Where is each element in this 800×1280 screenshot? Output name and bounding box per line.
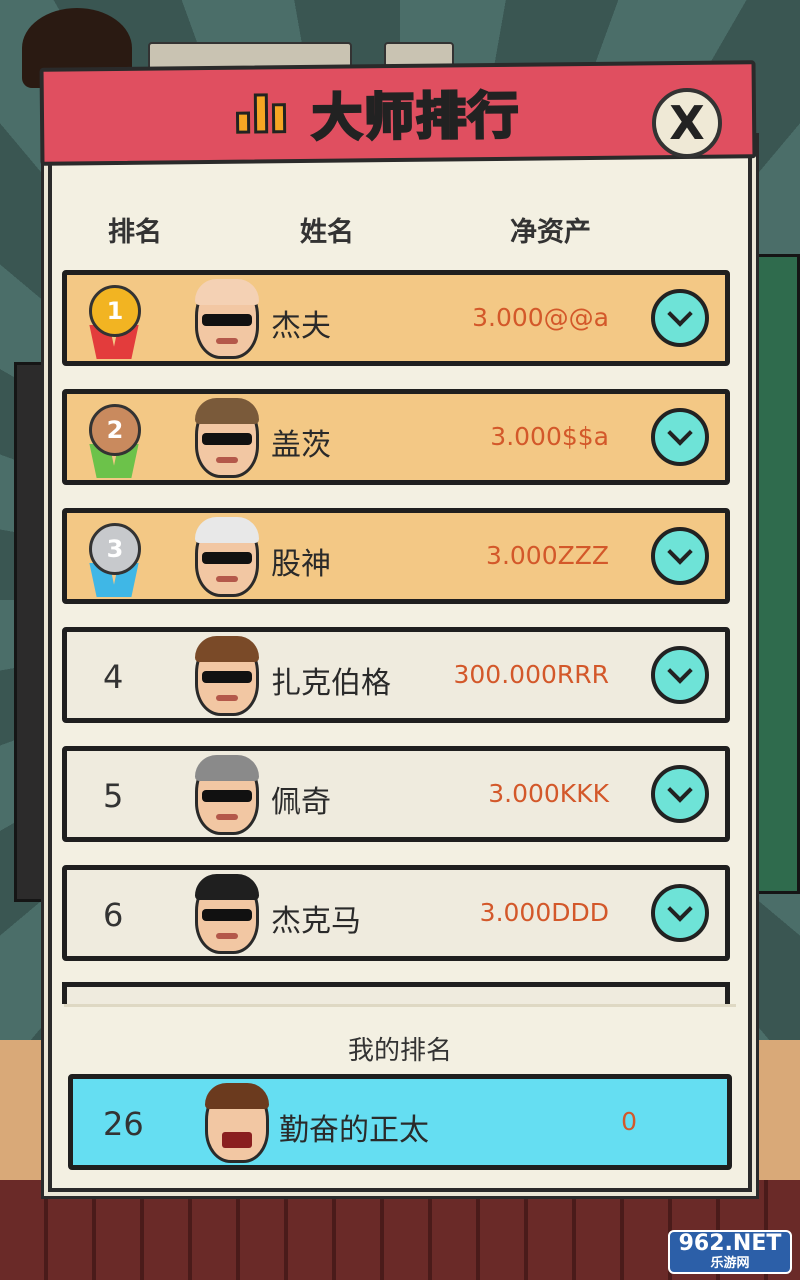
rank-number: 26 xyxy=(103,1105,144,1143)
avatar xyxy=(205,1083,269,1163)
close-button[interactable]: X xyxy=(652,88,722,158)
player-name: 杰克马 xyxy=(271,904,361,939)
net-assets: 3.000@@a xyxy=(472,303,609,332)
rank-number: 5 xyxy=(103,777,124,815)
rank-number: 6 xyxy=(103,896,124,934)
avatar xyxy=(195,398,259,478)
chevron-down-icon xyxy=(667,420,693,446)
gold-medal-icon: 1 xyxy=(87,285,143,361)
expand-button[interactable] xyxy=(651,646,709,704)
my-rank-label: 我的排名 xyxy=(347,1036,452,1066)
watermark-logo: 962.NET 乐游网 xyxy=(668,1230,792,1274)
player-name: 扎克伯格 xyxy=(271,666,391,701)
background-side-panel xyxy=(752,254,800,894)
avatar xyxy=(195,279,259,359)
chevron-down-icon xyxy=(667,539,693,565)
expand-button[interactable] xyxy=(651,765,709,823)
silver-medal-icon: 3 xyxy=(87,523,143,599)
net-assets: 3.000$$a xyxy=(490,422,609,451)
avatar xyxy=(195,517,259,597)
net-assets: 300.000RRR xyxy=(453,660,610,689)
dialog-title: 大师排行 xyxy=(310,85,522,148)
column-header-rank: 排名 xyxy=(108,217,162,248)
my-rank-row: 26 勤奋的正太 0 xyxy=(68,1074,732,1170)
player-name: 杰夫 xyxy=(271,309,331,344)
dialog-header: 大师排行 xyxy=(39,60,757,166)
net-assets: 3.000ZZZ xyxy=(486,541,609,570)
bronze-medal-icon: 2 xyxy=(87,404,143,480)
leaderboard-row: 5 佩奇 3.000KKK xyxy=(62,746,730,842)
player-name: 股神 xyxy=(271,547,331,582)
chevron-down-icon xyxy=(667,301,693,327)
expand-button[interactable] xyxy=(651,884,709,942)
rank-number: 4 xyxy=(103,658,124,696)
expand-button[interactable] xyxy=(651,408,709,466)
leaderboard-row: 2 盖茨 3.000$$a xyxy=(62,389,730,485)
player-name: 勤奋的正太 xyxy=(279,1113,429,1148)
leaderboard-row: 3 股神 3.000ZZZ xyxy=(62,508,730,604)
avatar xyxy=(195,636,259,716)
net-assets: 3.000DDD xyxy=(479,898,609,927)
column-header-name: 姓名 xyxy=(300,217,354,248)
net-assets: 0 xyxy=(621,1107,637,1136)
net-assets: 3.000KKK xyxy=(488,779,609,808)
leaderboard-row: 4 扎克伯格 300.000RRR xyxy=(62,627,730,723)
chevron-down-icon xyxy=(667,896,693,922)
column-header-assets: 净资产 xyxy=(510,217,591,248)
ranking-bars-icon xyxy=(235,89,295,140)
leaderboard-row-partial xyxy=(62,982,730,1004)
chevron-down-icon xyxy=(667,658,693,684)
leaderboard-row: 6 杰克马 3.000DDD xyxy=(62,865,730,961)
avatar xyxy=(195,755,259,835)
player-name: 盖茨 xyxy=(271,428,331,463)
leaderboard-row: 1 杰夫 3.000@@a xyxy=(62,270,730,366)
expand-button[interactable] xyxy=(651,289,709,347)
close-icon: X xyxy=(669,96,705,150)
avatar xyxy=(195,874,259,954)
column-headers: 排名 姓名 净资产 xyxy=(0,210,800,258)
player-name: 佩奇 xyxy=(271,785,331,820)
chevron-down-icon xyxy=(667,777,693,803)
expand-button[interactable] xyxy=(651,527,709,585)
